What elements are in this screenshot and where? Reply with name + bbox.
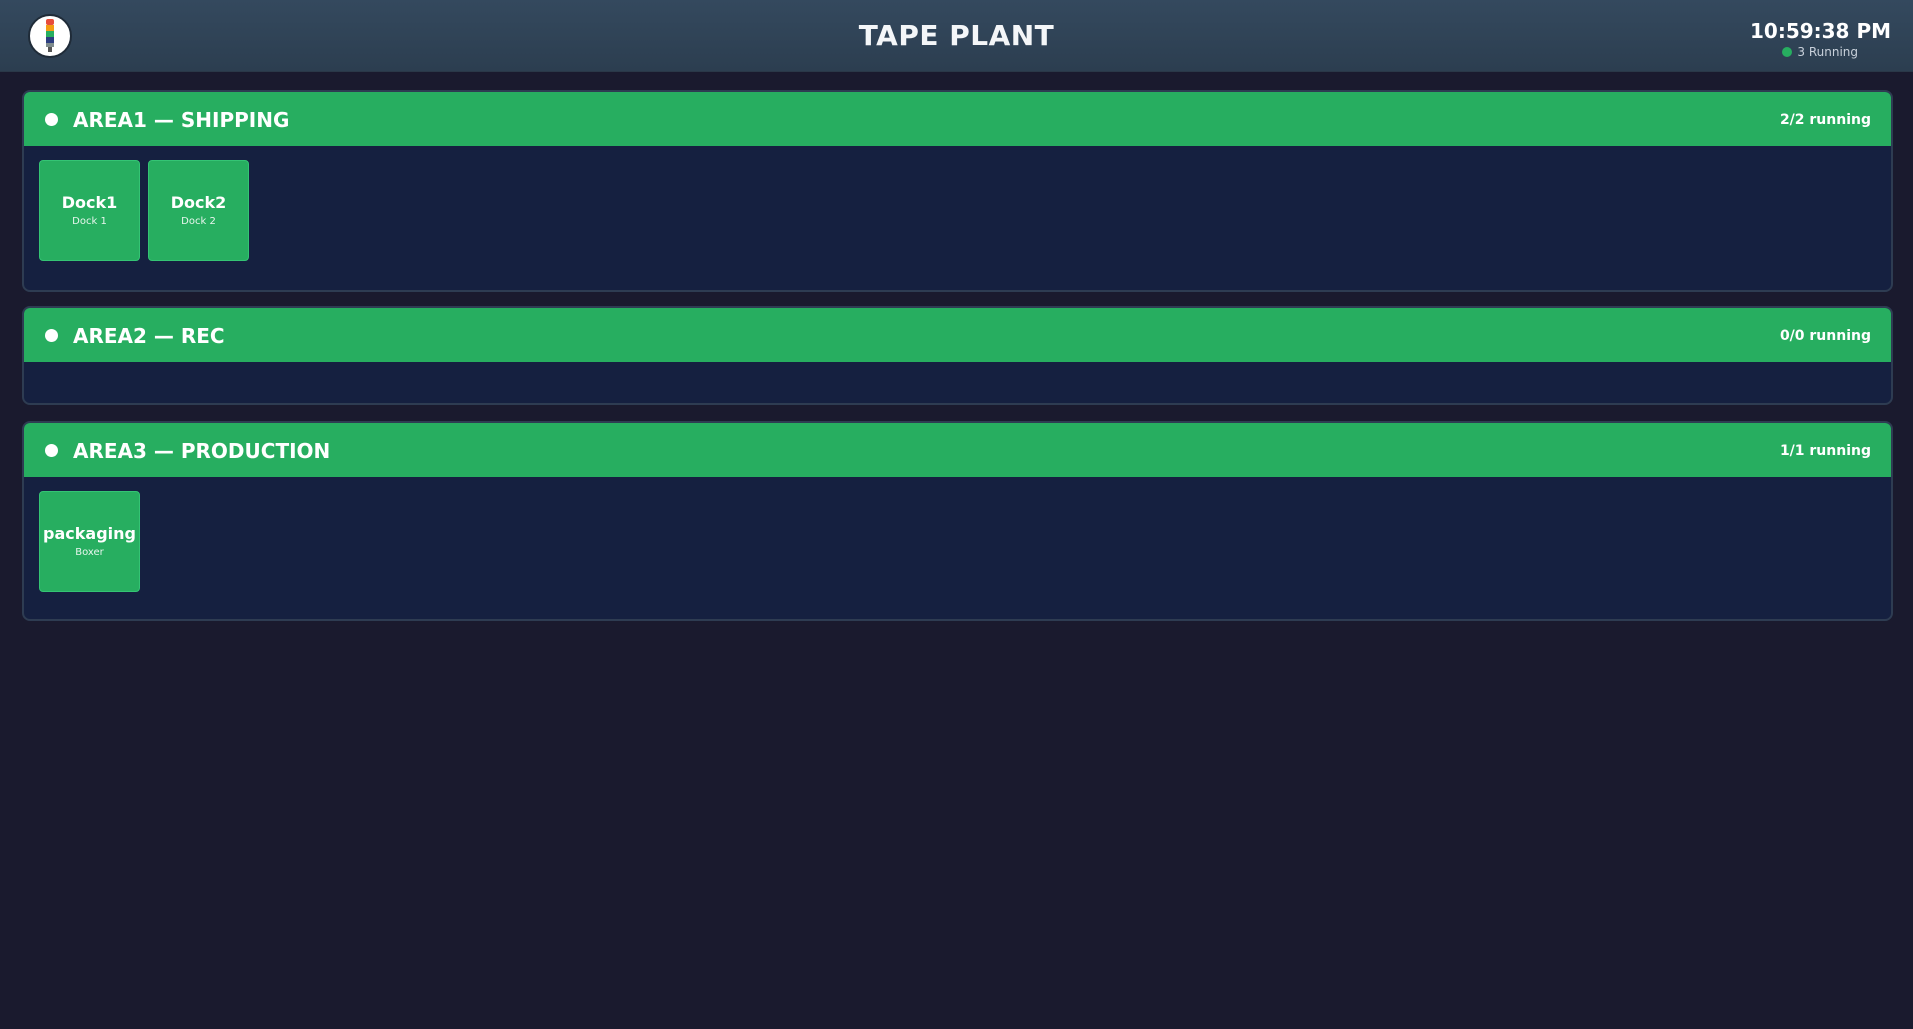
machine-tile-dock2[interactable]: Dock2 Dock 2: [148, 160, 249, 261]
area-panel-rec: AREA2 — REC 0/0 running: [22, 306, 1893, 405]
clock: 10:59:38 PM: [1749, 19, 1891, 43]
machine-name: packaging: [43, 524, 136, 543]
area-running-count: 0/0 running: [1779, 328, 1871, 344]
machine-description: Dock 2: [181, 216, 216, 227]
area-status-dot-icon: [45, 113, 58, 126]
area-panel-production: AREA3 — PRODUCTION 1/1 running packaging…: [22, 421, 1893, 621]
area-title: AREA3 — PRODUCTION: [73, 439, 331, 463]
area-header[interactable]: AREA3 — PRODUCTION 1/1 running: [24, 423, 1891, 477]
area-running-count: 1/1 running: [1779, 443, 1871, 459]
area-title: AREA2 — REC: [73, 324, 225, 348]
status-dot-icon: [1782, 47, 1793, 57]
area-status-dot-icon: [45, 329, 58, 342]
machine-description: Boxer: [75, 547, 104, 558]
machine-tile-dock1[interactable]: Dock1 Dock 1: [39, 160, 140, 261]
area-header[interactable]: AREA1 — SHIPPING 2/2 running: [24, 92, 1891, 146]
top-bar: TAPE PLANT 10:59:38 PM 3 Running: [0, 0, 1913, 72]
area-panel-shipping: AREA1 — SHIPPING 2/2 running Dock1 Dock …: [22, 90, 1893, 292]
running-status: 3 Running: [1782, 45, 1858, 59]
area-status-dot-icon: [45, 444, 58, 457]
page-title: TAPE PLANT: [858, 19, 1055, 52]
area-title: AREA1 — SHIPPING: [73, 108, 290, 132]
machine-name: Dock2: [170, 193, 227, 212]
machine-name: Dock1: [61, 193, 118, 212]
machine-tile-packaging[interactable]: packaging Boxer: [39, 491, 140, 592]
running-status-label: 3 Running: [1797, 45, 1858, 59]
area-header[interactable]: AREA2 — REC 0/0 running: [24, 308, 1891, 362]
area-running-count: 2/2 running: [1779, 112, 1871, 128]
machine-description: Dock 1: [72, 216, 107, 227]
